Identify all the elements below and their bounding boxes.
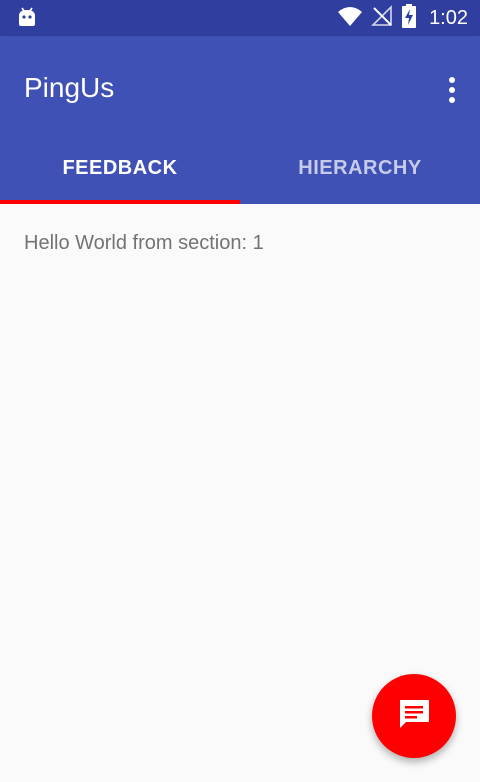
status-bar: 1:02: [0, 0, 480, 36]
tab-bar: FEEDBACK HIERARCHY: [0, 132, 480, 204]
battery-charging-icon: [401, 3, 417, 33]
tab-hierarchy[interactable]: HIERARCHY: [240, 132, 480, 204]
no-signal-icon: [371, 4, 393, 32]
fab-message-button[interactable]: [372, 674, 456, 758]
section-label: Hello World from section: 1: [24, 232, 264, 254]
android-icon: [16, 6, 38, 28]
more-vert-icon[interactable]: [442, 74, 462, 106]
tab-hierarchy-label: HIERARCHY: [298, 156, 422, 179]
tab-feedback[interactable]: FEEDBACK: [0, 132, 240, 204]
app-title: PingUs: [24, 72, 115, 103]
app-bar: PingUs FEEDBACK HIERARCHY: [0, 36, 480, 204]
message-icon: [396, 696, 432, 737]
wifi-icon: [337, 5, 363, 32]
status-time: 1:02: [429, 6, 468, 29]
tab-feedback-label: FEEDBACK: [62, 156, 178, 179]
